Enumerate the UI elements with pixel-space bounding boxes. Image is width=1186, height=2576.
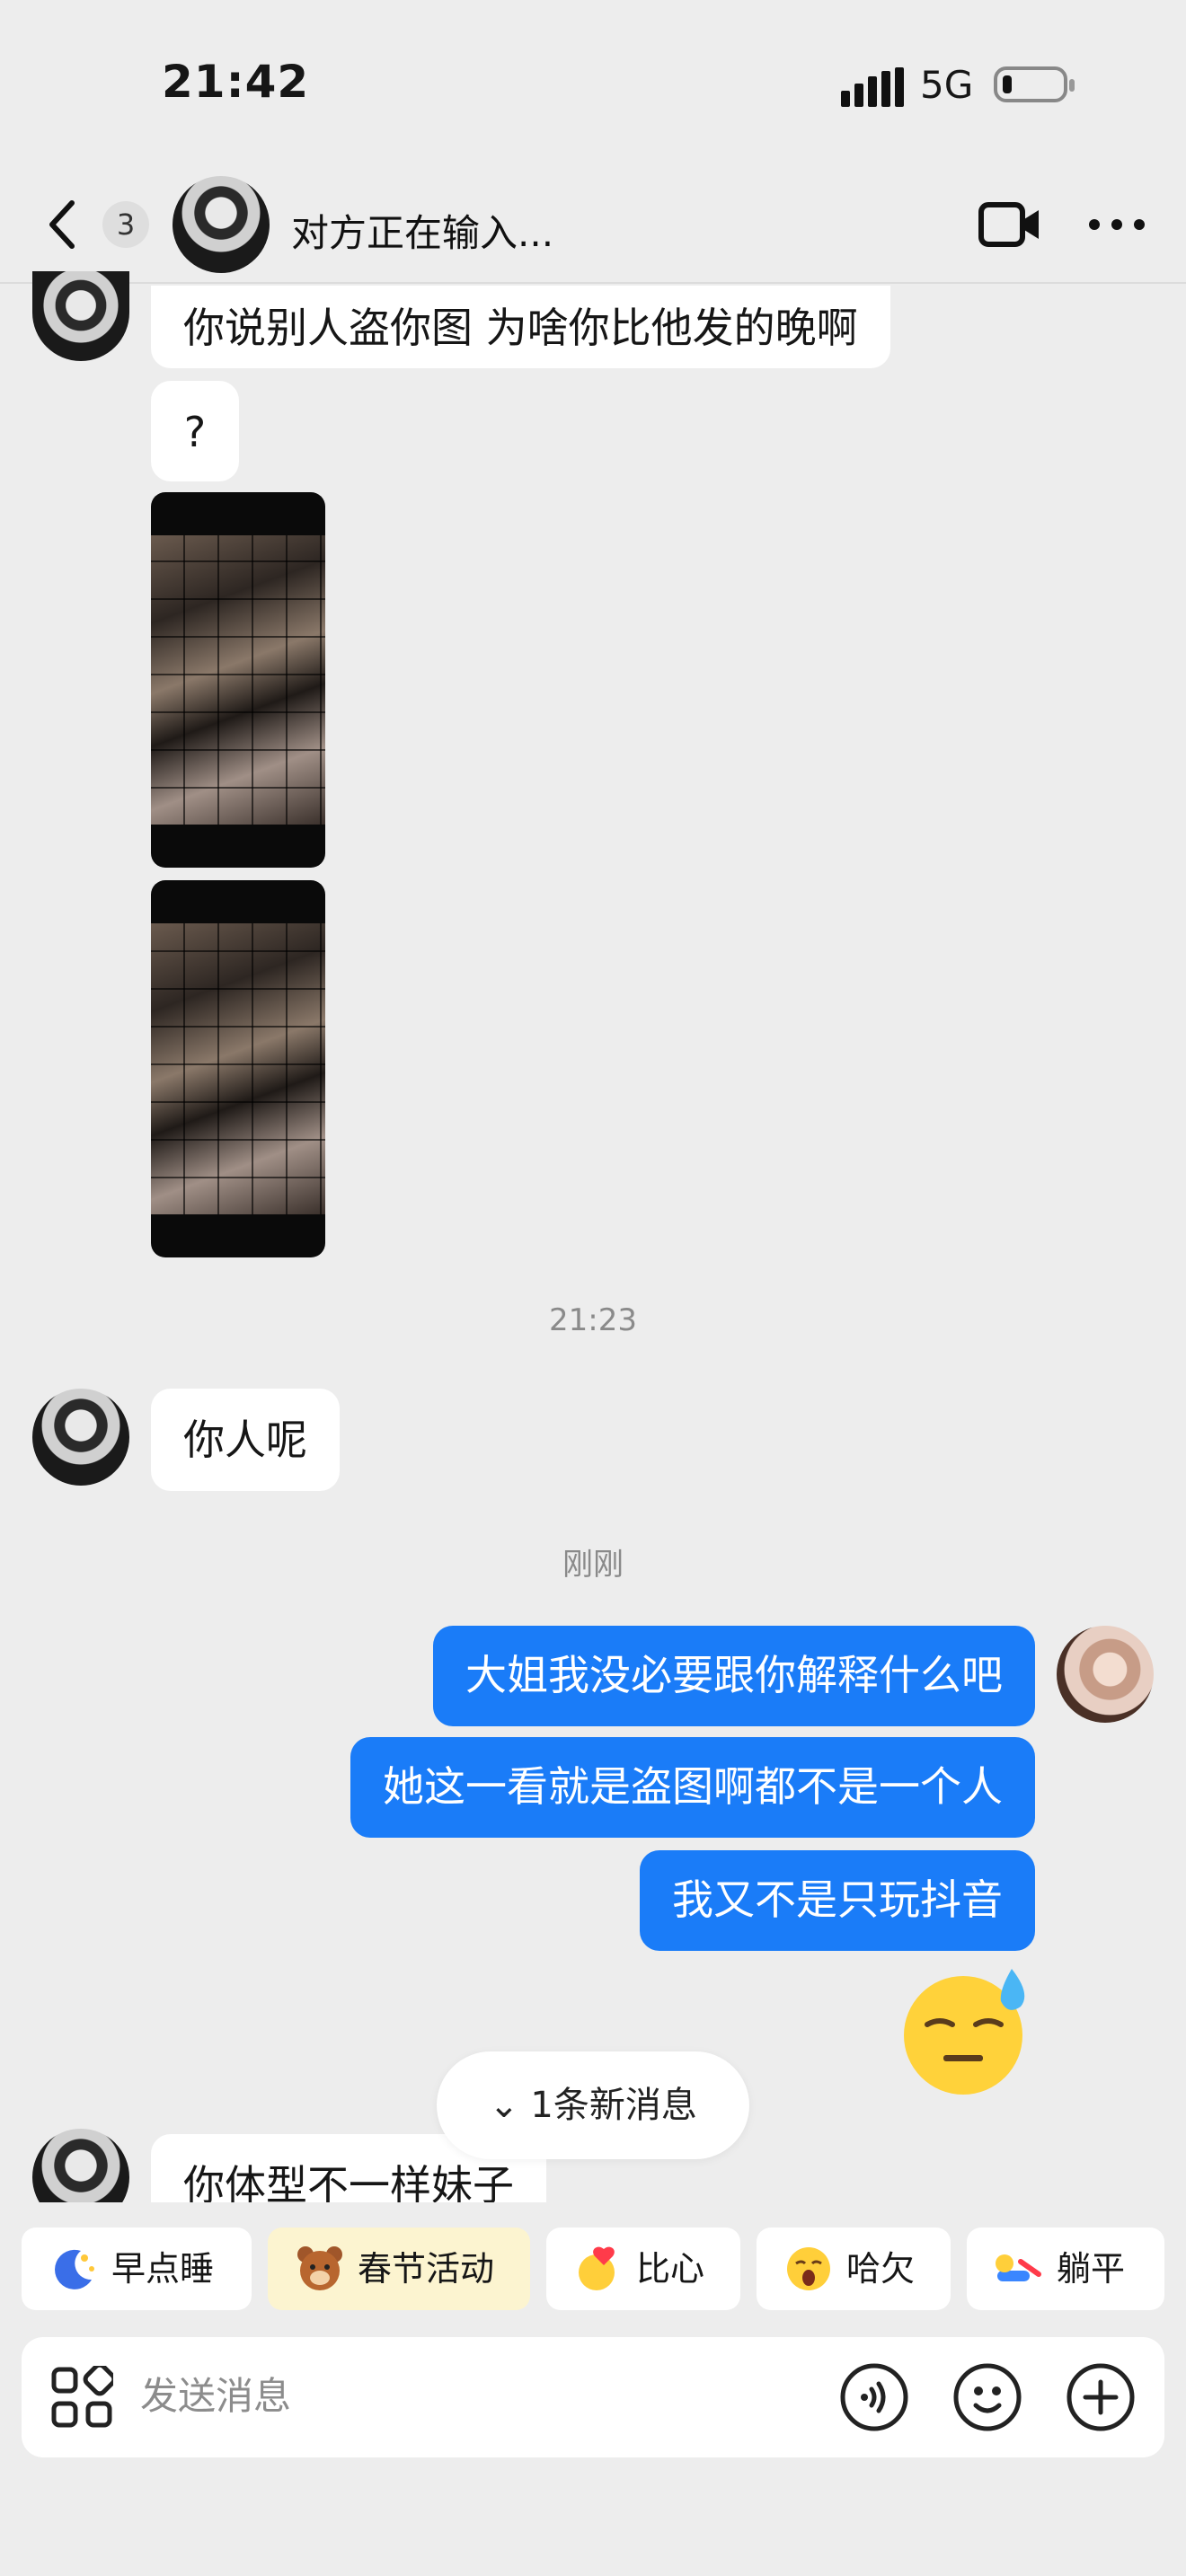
quick-reply-sleep[interactable]: 早点睡 [22,2228,252,2310]
add-button[interactable] [1066,2362,1136,2432]
chat-title: 对方正在输入... [291,211,554,255]
video-camera-icon [978,202,1039,247]
apps-grid-icon [51,2362,117,2428]
more-options-button[interactable] [1085,199,1148,250]
new-messages-label: 1条新消息 [530,2085,697,2126]
timestamp: 刚刚 [562,1547,624,1583]
voice-icon [840,2363,908,2431]
contact-avatar[interactable] [32,2129,129,2202]
outgoing-message[interactable]: 她这一看就是盗图啊都不是一个人 [350,1737,1035,1838]
back-button[interactable] [41,198,86,251]
bear-icon [297,2246,342,2290]
heart-hands-icon [579,2246,615,2290]
outgoing-message[interactable]: 大姐我没必要跟你解释什么吧 [433,1626,1035,1726]
sweat-emoji-sticker[interactable] [900,1963,1033,2096]
contact-avatar[interactable] [173,176,270,273]
apps-grid-button[interactable] [50,2362,117,2429]
plus-circle-icon [1067,2363,1135,2431]
quick-reply-heart[interactable]: 比心 [546,2228,740,2310]
moon-sleep-icon [55,2249,94,2289]
image-message[interactable] [151,492,325,868]
quick-reply-spring-festival[interactable]: 春节活动 [268,2228,530,2310]
message-input[interactable]: 发送消息 [140,2368,291,2425]
screenshot-thumbnail [151,923,325,1214]
outgoing-message[interactable]: 我又不是只玩抖音 [640,1850,1035,1951]
network-label: 5G [920,63,974,107]
unread-badge: 3 [102,201,149,248]
screenshot-thumbnail [151,535,325,825]
signal-icon [841,67,906,107]
emoji-button[interactable] [952,2362,1022,2432]
video-call-button[interactable] [978,199,1042,250]
chevron-left-icon [49,200,75,249]
yawn-icon [787,2247,830,2290]
incoming-message[interactable]: ? [151,381,239,481]
quick-reply-lie-flat[interactable]: 躺平 [967,2228,1164,2310]
status-time: 21:42 [162,56,310,108]
contact-avatar[interactable] [32,1389,129,1486]
incoming-message[interactable]: 你说别人盗你图 为啥你比他发的晚啊 [151,286,890,368]
timestamp: 21:23 [549,1302,637,1338]
chevron-double-down-icon: ⌄ [489,2085,531,2126]
voice-button[interactable] [839,2362,909,2432]
lie-flat-icon [996,2254,1041,2281]
new-messages-button[interactable]: ⌄ 1条新消息 [437,2051,749,2159]
my-avatar[interactable] [1057,1626,1154,1723]
image-message[interactable] [151,880,325,1257]
smiley-icon [953,2363,1022,2431]
incoming-message[interactable]: 你人呢 [151,1389,340,1491]
battery-icon [994,66,1075,102]
contact-avatar[interactable] [32,271,129,361]
more-dots-icon [1089,219,1145,230]
sweat-face-icon [904,1969,1025,2095]
quick-reply-yawn[interactable]: 哈欠 [757,2228,951,2310]
